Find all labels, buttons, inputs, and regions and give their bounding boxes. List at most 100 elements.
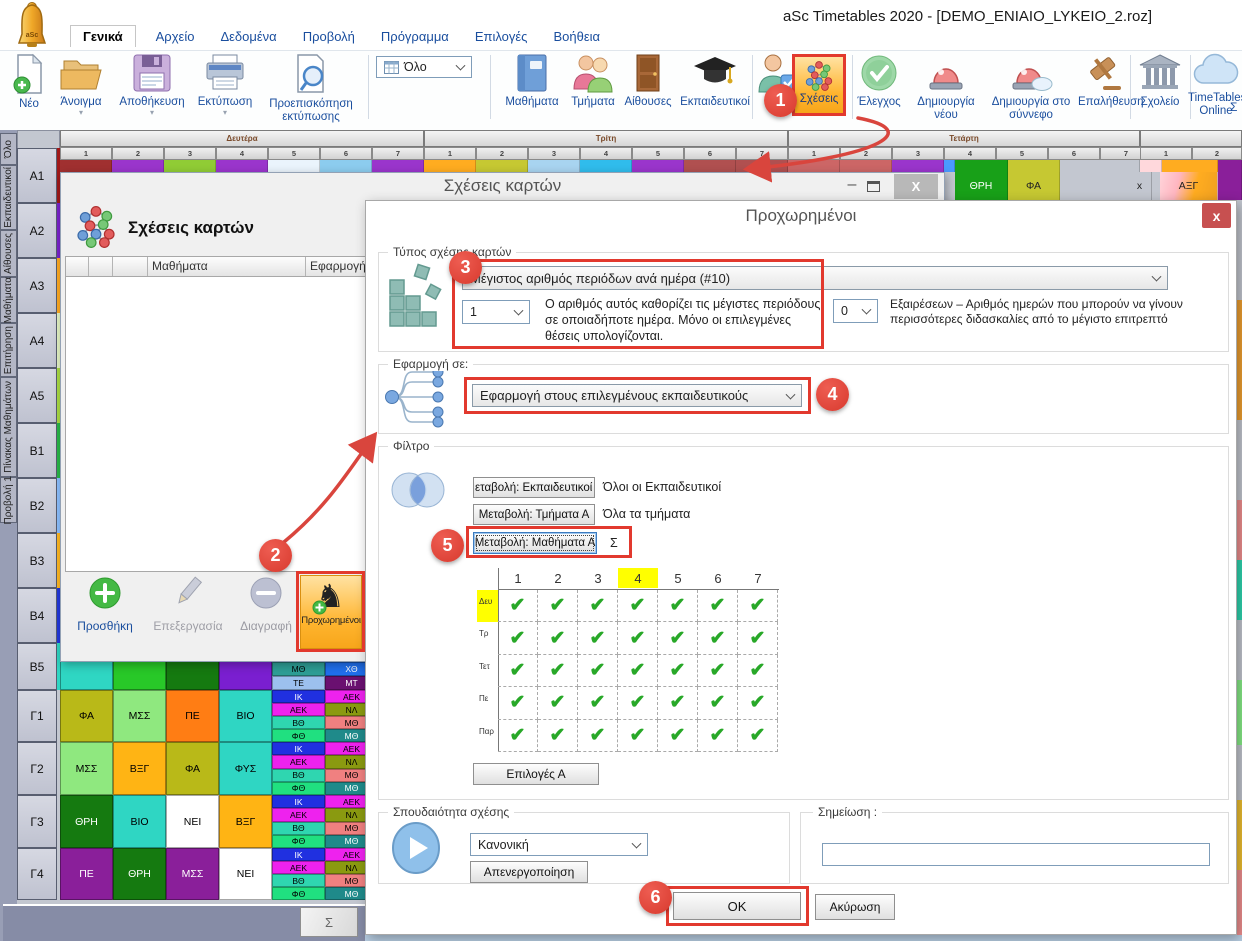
period-header[interactable]: 6 (1048, 147, 1100, 160)
timetable-card[interactable]: ΒΞΓ (113, 742, 166, 795)
timetable-stack-card[interactable]: ΑΕΚ (272, 703, 325, 716)
subjects-button[interactable]: Μαθήματα (498, 52, 566, 109)
maximize-button[interactable] (867, 181, 880, 192)
grid-check-cell-Παρ-4[interactable]: ✔ (618, 720, 658, 752)
menu-tab-general[interactable]: Γενικά (70, 25, 136, 47)
add-button[interactable]: Προσθήκη (70, 576, 140, 633)
delete-button[interactable]: Διαγραφή (236, 576, 296, 633)
column-header-subjects[interactable]: Μαθήματα (152, 259, 208, 273)
grid-check-cell-Τρ-1[interactable]: ✔ (498, 622, 538, 654)
timetable-card[interactable]: ΦΑ (1008, 172, 1060, 200)
classes-button[interactable]: Τμήματα (566, 52, 620, 109)
relations-button[interactable]: Σχέσεις (794, 56, 844, 114)
sidebar-tab-2[interactable]: Εκπαιδευτικοί (0, 165, 17, 230)
change-classes-button[interactable]: Μεταβολή: Τμήματα Α (473, 504, 595, 525)
app-logo[interactable]: aSc (14, 2, 50, 55)
row-label-Γ2[interactable]: Γ2 (17, 742, 57, 795)
period-header[interactable]: 2 (840, 147, 892, 160)
grid-check-cell-Τρ-5[interactable]: ✔ (658, 622, 698, 654)
timetable-card[interactable]: ΦΑ (166, 742, 219, 795)
timetable-card[interactable]: ΦΑ (60, 690, 113, 742)
row-label-Γ3[interactable]: Γ3 (17, 795, 57, 848)
period-header[interactable]: 4 (944, 147, 996, 160)
timetable-stack-card[interactable]: ΒΘ (272, 769, 325, 782)
row-label-A1[interactable]: A1 (17, 148, 57, 203)
close-button[interactable]: X (894, 174, 938, 199)
timetable-card[interactable]: ΒΙΟ (113, 795, 166, 848)
grid-check-cell-Παρ-6[interactable]: ✔ (698, 720, 738, 752)
grid-check-cell-Τρ-6[interactable]: ✔ (698, 622, 738, 654)
row-label-B5[interactable]: B5 (17, 643, 57, 690)
timetable-card[interactable]: ΠΕ (166, 690, 219, 742)
timetable-card[interactable]: ΠΕ (60, 848, 113, 900)
grid-check-cell-Παρ-7[interactable]: ✔ (738, 720, 778, 752)
row-label-Γ4[interactable]: Γ4 (17, 848, 57, 900)
max-periods-dropdown[interactable]: 1 (462, 300, 530, 324)
new-button[interactable]: Νέο (8, 52, 50, 111)
timetable-card[interactable]: ΘΡΗ (113, 848, 166, 900)
period-header[interactable]: 5 (996, 147, 1048, 160)
verify-button[interactable]: Επαλήθευση (1078, 52, 1128, 109)
grid-column-header-6[interactable]: 6 (698, 568, 738, 588)
timetable-card[interactable]: ΑΞΓ (1160, 172, 1218, 200)
grid-row-header-Δευ[interactable]: Δευ (477, 590, 498, 622)
timetable-stack-card[interactable]: ΙΚ (272, 742, 325, 755)
generate-cloud-button[interactable]: Δημιουργία στο σύννεφο (986, 52, 1076, 122)
period-header[interactable]: 2 (1192, 147, 1242, 160)
cancel-button[interactable]: Ακύρωση (815, 894, 895, 920)
grid-column-header-2[interactable]: 2 (538, 568, 578, 588)
sidebar-tab-1[interactable]: Όλο (0, 133, 17, 165)
period-header[interactable]: 3 (892, 147, 944, 160)
period-header[interactable]: 1 (788, 147, 840, 160)
options-a-button[interactable]: Επιλογές Α (473, 763, 599, 785)
grid-column-header-7[interactable]: 7 (738, 568, 778, 588)
timetable-card[interactable]: ΒΞΓ (219, 795, 272, 848)
grid-check-cell-Τετ-3[interactable]: ✔ (578, 655, 618, 687)
period-header[interactable]: 4 (580, 147, 632, 160)
timetable-stack-card[interactable]: ΜΘ (272, 662, 325, 676)
classrooms-button[interactable]: Αίθουσες (620, 52, 676, 109)
grid-check-cell-Τετ-6[interactable]: ✔ (698, 655, 738, 687)
grid-check-cell-Τρ-3[interactable]: ✔ (578, 622, 618, 654)
grid-check-cell-Πε-3[interactable]: ✔ (578, 687, 618, 719)
grid-check-cell-Παρ-1[interactable]: ✔ (498, 720, 538, 752)
grid-check-cell-Πε-1[interactable]: ✔ (498, 687, 538, 719)
timetable-stack-card[interactable]: ΦΘ (272, 887, 325, 900)
timetable-card[interactable]: ΒΙΟ (219, 690, 272, 742)
period-header[interactable]: 7 (736, 147, 788, 160)
row-label-A3[interactable]: A3 (17, 258, 57, 313)
timetable-card[interactable]: ΝΕΙ (219, 848, 272, 900)
ok-button[interactable]: OK (673, 892, 801, 920)
sidebar-tab-6[interactable]: Πίνακας Μαθημάτων (0, 377, 17, 477)
timetable-stack-card[interactable]: ΙΚ (272, 848, 325, 861)
period-header[interactable]: 2 (476, 147, 528, 160)
grid-check-cell-Δευ-7[interactable]: ✔ (738, 590, 778, 622)
grid-check-cell-Τετ-7[interactable]: ✔ (738, 655, 778, 687)
grid-check-cell-Δευ-3[interactable]: ✔ (578, 590, 618, 622)
edit-button[interactable]: Επεξεργασία (142, 576, 234, 633)
period-header[interactable]: 7 (372, 147, 424, 160)
grid-column-header-5[interactable]: 5 (658, 568, 698, 588)
timetable-card[interactable]: ΜΣΣ (166, 848, 219, 900)
sidebar-tab-7[interactable]: Προβολή 1 (0, 477, 17, 523)
timetable-stack-card[interactable]: ΑΕΚ (272, 755, 325, 768)
timetable-stack-card[interactable]: ΦΘ (272, 835, 325, 848)
timetable-stack-card[interactable]: ΙΚ (272, 795, 325, 808)
period-header[interactable]: 1 (424, 147, 476, 160)
grid-check-cell-Δευ-2[interactable]: ✔ (538, 590, 578, 622)
timetable-card[interactable]: ΜΣΣ (60, 742, 113, 795)
period-header[interactable]: 6 (320, 147, 372, 160)
timetable-card[interactable]: ΘΡΗ (60, 795, 113, 848)
print-button[interactable]: Εκτύπωση ▾ (192, 52, 258, 116)
timetable-card[interactable]: ΜΣΣ (113, 690, 166, 742)
generate-new-button[interactable]: Δημιουργία νέου (908, 52, 984, 122)
grid-check-cell-Τετ-5[interactable]: ✔ (658, 655, 698, 687)
grid-check-cell-Πε-7[interactable]: ✔ (738, 687, 778, 719)
grid-check-cell-Τρ-7[interactable]: ✔ (738, 622, 778, 654)
teachers-button[interactable]: Εκπαιδευτικοί (676, 52, 754, 109)
row-label-B1[interactable]: B1 (17, 423, 57, 478)
grid-check-cell-Δευ-5[interactable]: ✔ (658, 590, 698, 622)
period-header[interactable]: 3 (528, 147, 580, 160)
timetable-card[interactable]: ΝΕΙ (166, 795, 219, 848)
menu-tab-schedule[interactable]: Πρόγραμμα (375, 26, 455, 47)
